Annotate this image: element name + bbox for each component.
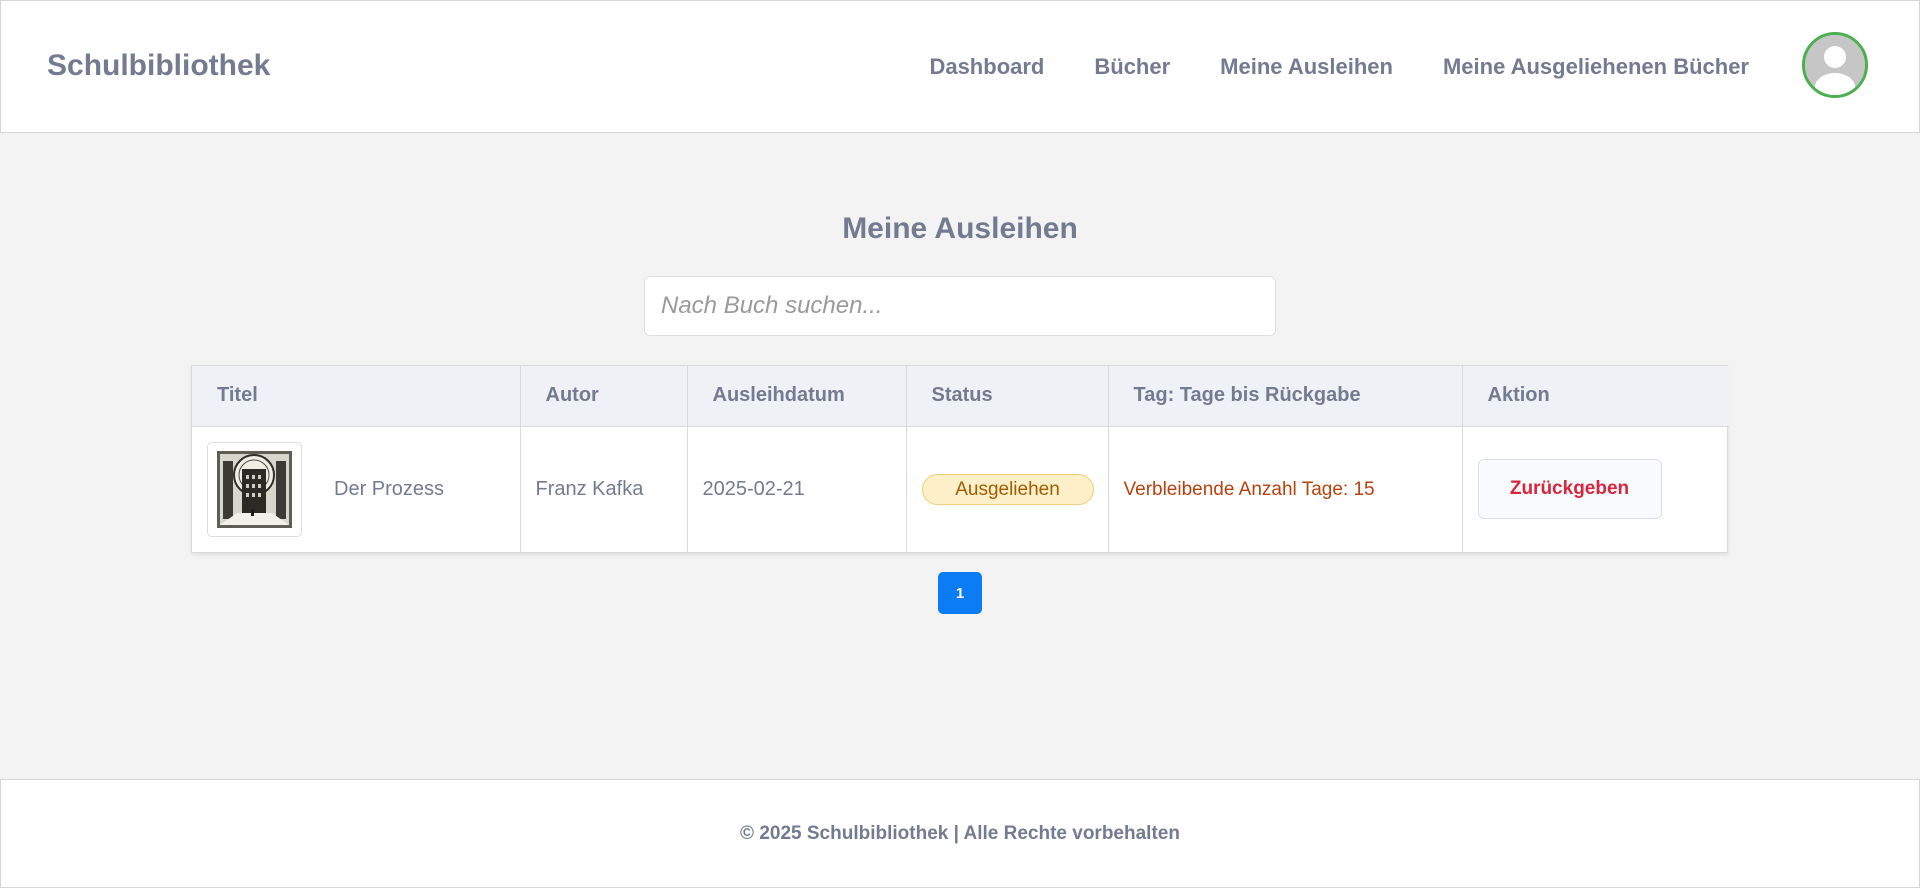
col-header-aktion: Aktion: [1462, 366, 1729, 427]
nav-dashboard[interactable]: Dashboard: [929, 54, 1044, 80]
col-header-tage-bis-rueckgabe: Tag: Tage bis Rückgabe: [1108, 366, 1463, 427]
nav-meine-ausleihen[interactable]: Meine Ausleihen: [1220, 54, 1393, 80]
table-row: Der Prozess Franz Kafka 2025-02-21 Ausge…: [192, 426, 1729, 552]
col-header-titel: Titel: [192, 366, 521, 427]
cell-title: Der Prozess: [192, 426, 521, 552]
cell-status: Ausgeliehen: [906, 426, 1109, 552]
table-header-row: Titel Autor Ausleihdatum Status Tag: Tag…: [192, 366, 1729, 427]
col-header-autor: Autor: [520, 366, 688, 427]
user-avatar-icon[interactable]: [1802, 32, 1868, 98]
brand-logo-text[interactable]: Schulbibliothek: [47, 49, 270, 83]
loans-table: Titel Autor Ausleihdatum Status Tag: Tag…: [191, 365, 1729, 553]
main-nav: Dashboard Bücher Meine Ausleihen Meine A…: [929, 54, 1749, 80]
search-input[interactable]: [644, 276, 1276, 336]
nav-buecher[interactable]: Bücher: [1094, 54, 1170, 80]
cell-author: Franz Kafka: [520, 426, 688, 552]
cell-action: Zurückgeben: [1462, 426, 1729, 552]
col-header-status: Status: [906, 366, 1109, 427]
cell-loan-date: 2025-02-21: [687, 426, 907, 552]
footer: © 2025 Schulbibliothek | Alle Rechte vor…: [0, 779, 1920, 888]
book-cover-image: [207, 441, 302, 537]
top-navbar: Schulbibliothek Dashboard Bücher Meine A…: [0, 0, 1920, 133]
footer-copyright: © 2025 Schulbibliothek | Alle Rechte vor…: [740, 822, 1180, 844]
nav-meine-ausgeliehenen-buecher[interactable]: Meine Ausgeliehenen Bücher: [1443, 54, 1749, 80]
user-avatar-svg: [1805, 35, 1865, 95]
cell-remaining-days: Verbleibende Anzahl Tage: 15: [1108, 426, 1463, 552]
pagination-page-button[interactable]: 1: [938, 572, 982, 614]
return-book-button[interactable]: Zurückgeben: [1477, 459, 1662, 520]
status-badge: Ausgeliehen: [921, 473, 1094, 505]
book-cover-illustration: [217, 450, 292, 528]
book-title: Der Prozess: [334, 477, 445, 500]
remaining-days-text: Verbleibende Anzahl Tage: 15: [1123, 478, 1375, 500]
page-title: Meine Ausleihen: [842, 212, 1078, 245]
col-header-ausleihdatum: Ausleihdatum: [687, 366, 907, 427]
